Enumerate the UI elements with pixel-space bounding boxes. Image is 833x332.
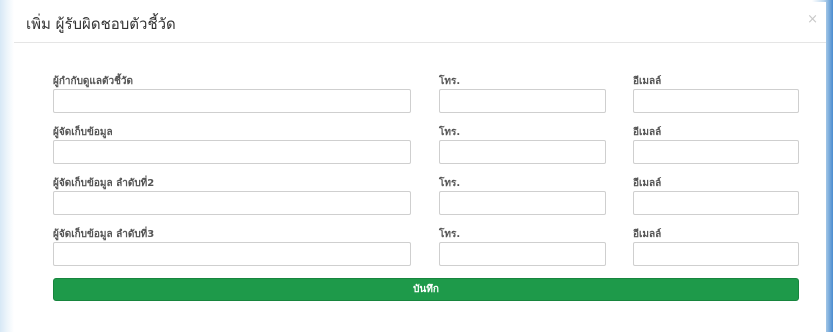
- data-collector-email-label: อีเมลล์: [633, 127, 662, 138]
- supervisor-phone-label: โทร.: [439, 76, 461, 87]
- supervisor-phone-input[interactable]: [439, 89, 606, 113]
- modal-header: เพิ่ม ผู้รับผิดชอบตัวชี้วัด ×: [14, 2, 826, 43]
- data-collector-2-name-label: ผู้จัดเก็บข้อมูล ลำดับที่2: [53, 178, 155, 189]
- data-collector-3-phone-input[interactable]: [439, 242, 606, 266]
- data-collector-2-email-input[interactable]: [633, 191, 799, 215]
- data-collector-2-phone-input[interactable]: [439, 191, 606, 215]
- data-collector-3-name-label: ผู้จัดเก็บข้อมูล ลำดับที่3: [53, 229, 155, 240]
- data-collector-2-phone-label: โทร.: [439, 178, 461, 189]
- add-responsible-modal: เพิ่ม ผู้รับผิดชอบตัวชี้วัด × ผู้กำกับดู…: [14, 2, 826, 332]
- data-collector-2-name-input[interactable]: [53, 191, 411, 215]
- close-button[interactable]: ×: [807, 12, 818, 27]
- supervisor-name-input[interactable]: [53, 89, 411, 113]
- data-collector-3-phone-label: โทร.: [439, 229, 461, 240]
- data-collector-3-email-label: อีเมลล์: [633, 229, 662, 240]
- supervisor-email-label: อีเมลล์: [633, 76, 662, 87]
- data-collector-email-input[interactable]: [633, 140, 799, 164]
- data-collector-3-email-input[interactable]: [633, 242, 799, 266]
- data-collector-phone-label: โทร.: [439, 127, 461, 138]
- save-button[interactable]: บันทึก: [53, 278, 799, 301]
- data-collector-name-label: ผู้จัดเก็บข้อมูล: [53, 127, 113, 138]
- data-collector-name-input[interactable]: [53, 140, 411, 164]
- supervisor-email-input[interactable]: [633, 89, 799, 113]
- data-collector-phone-input[interactable]: [439, 140, 606, 164]
- data-collector-3-name-input[interactable]: [53, 242, 411, 266]
- modal-title: เพิ่ม ผู้รับผิดชอบตัวชี้วัด: [26, 15, 176, 33]
- supervisor-name-label: ผู้กำกับดูแลตัวชี้วัด: [53, 76, 134, 87]
- data-collector-2-email-label: อีเมลล์: [633, 178, 662, 189]
